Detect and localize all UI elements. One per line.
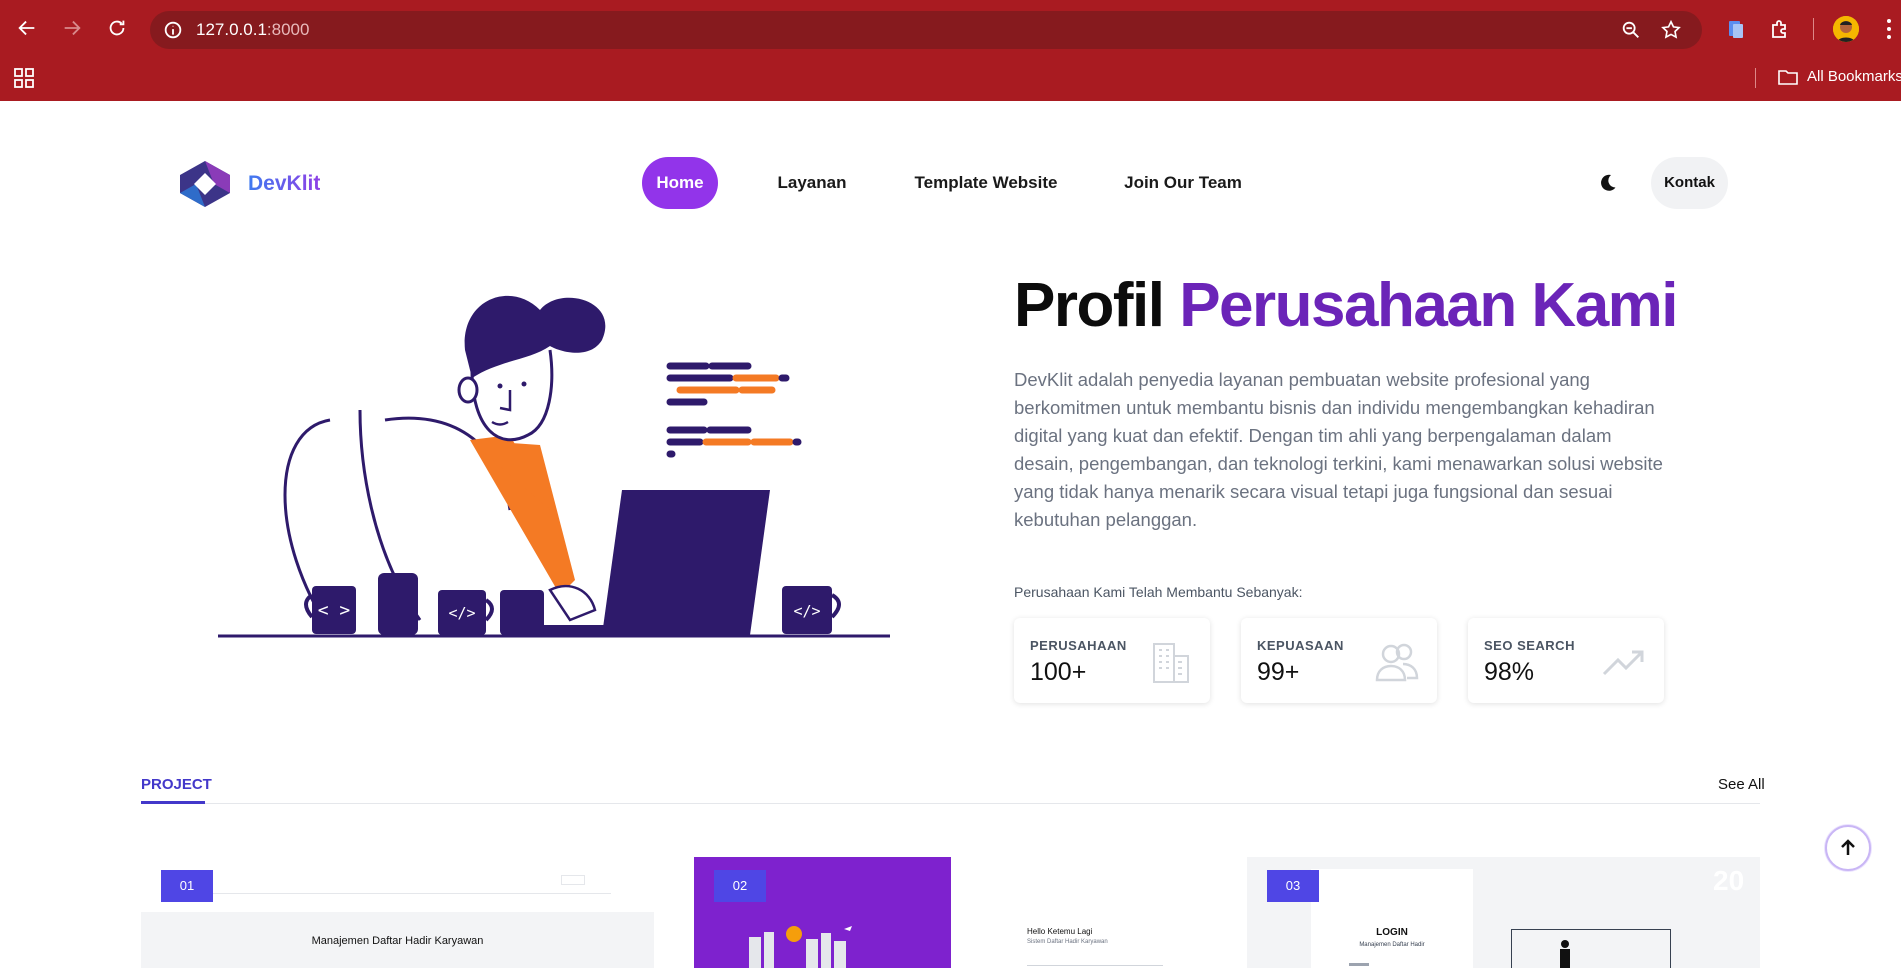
project-badge-1: 01	[161, 870, 213, 902]
reload-icon	[109, 20, 125, 36]
project-badge-3: 03	[1267, 870, 1319, 902]
nav-template-website[interactable]: Template Website	[911, 157, 1061, 209]
hero-description: DevKlit adalah penyedia layanan pembuata…	[1014, 369, 1663, 530]
helped-label: Perusahaan Kami Telah Membantu Sebanyak:	[1014, 584, 1303, 600]
nav-layanan[interactable]: Layanan	[769, 157, 855, 209]
svg-text:</>: </>	[448, 604, 475, 622]
info-icon[interactable]	[162, 19, 184, 41]
apps-grid-icon[interactable]	[14, 68, 34, 88]
scroll-to-top-button[interactable]	[1825, 825, 1871, 871]
stat-label: KEPUASAAN	[1257, 638, 1344, 653]
stat-value: 98%	[1484, 658, 1535, 686]
url-host: 127.0.0.1	[196, 20, 267, 39]
project-card-3[interactable]: LOGIN Manajemen Daftar Hadir 20	[1247, 857, 1760, 968]
stat-value: 99+	[1257, 658, 1300, 686]
star-icon[interactable]	[1660, 19, 1682, 41]
bookmarks-divider	[1755, 68, 1756, 88]
see-all-link[interactable]: See All	[1718, 776, 1765, 793]
url-text[interactable]: 127.0.0.1:8000	[196, 20, 309, 40]
card-1-mini-button	[561, 875, 585, 885]
card-3-preview-frame	[1511, 929, 1671, 968]
card-3-login-title: LOGIN	[1376, 927, 1408, 938]
back-button[interactable]	[12, 13, 42, 43]
stat-value: 100+	[1030, 658, 1087, 686]
svg-text:< >: < >	[318, 600, 351, 621]
moon-icon[interactable]	[1596, 172, 1618, 194]
reload-button[interactable]	[102, 13, 132, 43]
devklit-logo-icon[interactable]	[180, 161, 230, 207]
tab-project[interactable]: PROJECT	[141, 776, 212, 793]
svg-text:</>: </>	[793, 602, 820, 620]
card-3-login-panel: LOGIN Manajemen Daftar Hadir	[1311, 869, 1473, 968]
nav-join-our-team[interactable]: Join Our Team	[1118, 157, 1248, 209]
menu-kebab-icon[interactable]	[1886, 18, 1892, 40]
browser-toolbar: 127.0.0.1:8000	[0, 0, 1901, 60]
stat-label: PERUSAHAAN	[1030, 638, 1127, 653]
card-3-field-label	[1349, 963, 1369, 966]
developer-illustration: < > </> </>	[218, 295, 890, 638]
stat-label: SEO SEARCH	[1484, 638, 1575, 653]
zoom-icon[interactable]	[1620, 19, 1642, 41]
arrow-right-icon	[64, 20, 81, 36]
stat-card-kepuasaan: KEPUASAAN 99+	[1241, 618, 1437, 703]
stat-card-perusahaan: PERUSAHAAN 100+	[1014, 618, 1210, 703]
card-1-line	[211, 893, 611, 894]
arrow-up-icon	[1841, 839, 1855, 855]
project-card-1[interactable]: Manajemen Daftar Hadir Karyawan	[141, 857, 654, 968]
card-2-input-line	[1027, 965, 1163, 966]
project-badge-2: 02	[714, 870, 766, 902]
card-2-greeting: Hello Ketemu Lagi	[1027, 927, 1093, 936]
folder-icon[interactable]	[1777, 67, 1799, 87]
kontak-button[interactable]: Kontak	[1651, 157, 1728, 209]
extension-docs-icon[interactable]	[1724, 17, 1748, 41]
project-card-2-preview[interactable]: Hello Ketemu Lagi Sistem Daftar Hadir Ka…	[951, 857, 1247, 968]
hero-title: Profil Perusahaan Kami	[1014, 270, 1679, 341]
card-2-subtitle: Sistem Daftar Hadir Karyawan	[1027, 939, 1108, 945]
card-1-title: Manajemen Daftar Hadir Karyawan	[311, 935, 484, 947]
building-icon	[1153, 643, 1189, 683]
browser-chrome: 127.0.0.1:8000 All Bookmarks	[0, 0, 1901, 101]
address-bar[interactable]: 127.0.0.1:8000	[150, 11, 1702, 49]
stat-card-seo-search: SEO SEARCH 98%	[1468, 618, 1664, 703]
all-bookmarks-label[interactable]: All Bookmarks	[1807, 68, 1901, 85]
card-3-number: 20	[1713, 865, 1745, 896]
toolbar-divider	[1813, 18, 1814, 40]
url-port: :8000	[266, 20, 310, 39]
person-figure-icon	[1560, 940, 1570, 968]
nav-home[interactable]: Home	[642, 157, 718, 209]
users-icon	[1375, 643, 1419, 682]
profile-avatar[interactable]	[1833, 16, 1859, 42]
card-3-login-subtitle: Manajemen Daftar Hadir	[1359, 942, 1425, 948]
avatar-icon	[1833, 16, 1859, 42]
trending-up-icon	[1602, 650, 1644, 676]
arrow-left-icon	[18, 20, 35, 36]
tab-project-underline	[141, 801, 205, 804]
brand-name[interactable]: DevKlit	[248, 172, 320, 196]
hero-title-accent: Perusahaan Kami	[1179, 271, 1678, 340]
forward-button[interactable]	[57, 13, 87, 43]
hero-title-plain: Profil	[1014, 271, 1165, 340]
bookmarks-bar: All Bookmarks	[0, 60, 1901, 101]
puzzle-icon[interactable]	[1768, 17, 1792, 41]
project-divider	[141, 803, 1760, 804]
